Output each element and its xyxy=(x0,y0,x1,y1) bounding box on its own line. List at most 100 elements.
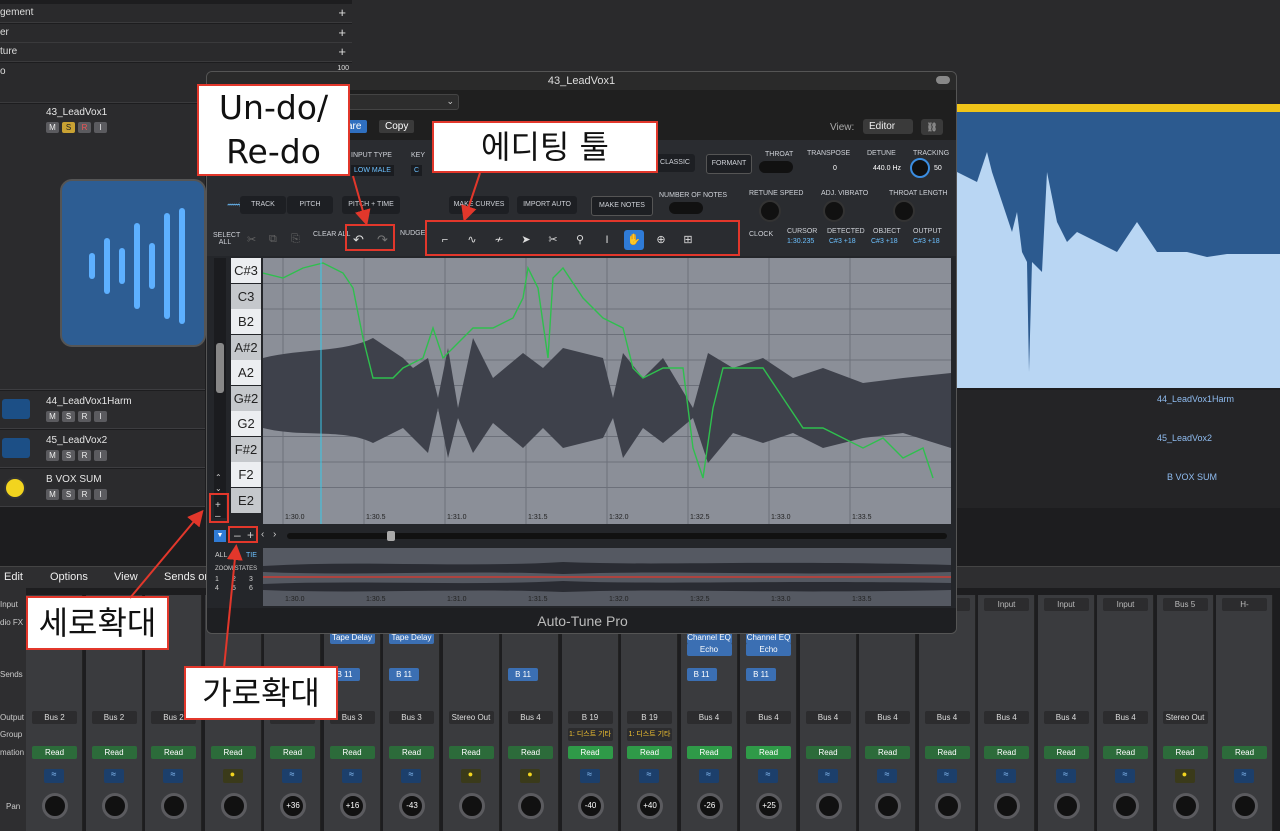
all-button[interactable]: ALL xyxy=(215,552,227,559)
add-icon[interactable]: + xyxy=(338,25,346,40)
pan-knob[interactable] xyxy=(1172,793,1199,819)
record-button[interactable]: R xyxy=(78,411,91,422)
output-slot[interactable]: Bus 4 xyxy=(1103,711,1148,724)
output-slot[interactable]: B 19 xyxy=(627,711,672,724)
zoom-state-button[interactable]: 4 xyxy=(215,585,230,592)
automation-read-button[interactable]: Read xyxy=(32,746,77,759)
automation-read-button[interactable]: Read xyxy=(329,746,375,759)
output-slot[interactable]: Bus 2 xyxy=(91,711,137,724)
pan-knob[interactable] xyxy=(1232,793,1258,819)
automation-read-button[interactable]: Read xyxy=(627,746,672,759)
scroll-left-icon[interactable]: ‹ xyxy=(261,529,264,540)
solo-button[interactable]: S xyxy=(62,489,75,500)
send-slot[interactable]: B 11 xyxy=(746,668,776,681)
pitch-button[interactable]: PITCH xyxy=(287,196,333,214)
track-43-leadvox1[interactable]: 43_LeadVox1 MSRI xyxy=(0,104,206,390)
zoom-state-button[interactable]: 2 xyxy=(232,576,247,583)
send-slot[interactable]: B 11 xyxy=(508,668,538,681)
output-slot[interactable]: Bus 4 xyxy=(746,711,791,724)
mixer-channel-strip[interactable]: Input Bus 4 Read ≈ xyxy=(978,595,1035,831)
pan-knob[interactable] xyxy=(161,793,187,819)
view-select[interactable]: Editor xyxy=(863,119,913,134)
send-slot[interactable]: B 11 xyxy=(686,668,717,681)
automation-read-button[interactable]: Read xyxy=(389,746,434,759)
cut-icon[interactable]: ✂ xyxy=(247,233,256,246)
pan-knob[interactable] xyxy=(42,793,68,819)
key-select[interactable]: C xyxy=(411,165,423,176)
automation-read-button[interactable]: Read xyxy=(746,746,791,759)
group-slot[interactable]: 1: 디스트 기타 xyxy=(567,728,613,741)
output-slot[interactable]: Stereo Out xyxy=(1162,711,1208,724)
note-key[interactable]: A2 xyxy=(231,360,261,385)
number-of-notes-slider[interactable] xyxy=(669,202,703,214)
transpose-value[interactable]: 0 xyxy=(833,165,837,172)
automation-read-button[interactable]: Read xyxy=(984,746,1029,759)
adj-vibrato-knob[interactable] xyxy=(823,200,845,222)
input-monitor-button[interactable]: I xyxy=(94,450,107,461)
paste-icon[interactable]: ⎘ xyxy=(291,233,300,246)
window-control-icon[interactable] xyxy=(936,76,950,84)
automation-read-button[interactable]: Read xyxy=(1043,746,1089,759)
output-slot[interactable]: B 19 xyxy=(567,711,613,724)
pitch-grid[interactable]: 1:30.0 1:30.5 1:31.0 1:31.5 1:32.0 1:32.5 1:33… xyxy=(263,258,951,524)
note-key[interactable]: C3 xyxy=(231,283,261,309)
automation-read-button[interactable]: Read xyxy=(91,746,137,759)
input-slot[interactable]: Bus 5 xyxy=(1162,598,1208,611)
solo-button[interactable]: S xyxy=(62,411,75,422)
audio-region[interactable] xyxy=(957,112,1280,388)
note-key[interactable]: G#2 xyxy=(231,385,261,411)
tracking-knob[interactable] xyxy=(910,158,930,178)
classic-button[interactable]: CLASSIC xyxy=(655,154,695,172)
input-monitor-button[interactable]: I xyxy=(94,489,107,500)
input-slot[interactable]: Input xyxy=(1103,598,1148,611)
edit-menu[interactable]: Edit xyxy=(4,571,23,583)
pan-knob[interactable] xyxy=(458,793,485,819)
mixer-channel-strip[interactable]: Bus 5 Stereo Out Read ● xyxy=(1156,595,1214,831)
overview-toggle-icon[interactable]: ▼ xyxy=(214,530,226,542)
chevron-down-icon[interactable]: ⌄ xyxy=(215,484,222,493)
solo-button[interactable]: S xyxy=(62,122,75,133)
pan-knob[interactable] xyxy=(1053,793,1080,819)
input-monitor-button[interactable]: I xyxy=(94,411,107,422)
mixer-channel-strip[interactable]: H- Read ≈ xyxy=(1216,595,1273,831)
sends-on-menu[interactable]: Sends on xyxy=(164,571,210,583)
note-key[interactable]: C#3 xyxy=(231,258,261,283)
note-key[interactable]: G2 xyxy=(231,411,261,436)
output-slot[interactable]: Bus 4 xyxy=(805,711,851,724)
output-slot[interactable]: Stereo Out xyxy=(448,711,494,724)
make-curves-button[interactable]: MAKE CURVES xyxy=(449,196,509,214)
make-notes-button[interactable]: MAKE NOTES xyxy=(591,196,653,216)
send-slot[interactable]: B 11 xyxy=(389,668,419,681)
add-icon[interactable]: + xyxy=(338,44,346,59)
mute-button[interactable]: M xyxy=(46,489,59,500)
throat-slider[interactable] xyxy=(759,161,793,173)
global-track-arrangement[interactable]: gement + xyxy=(0,4,352,23)
mixer-channel-strip[interactable]: Input Bus 4 Read ≈ xyxy=(1037,595,1095,831)
input-slot[interactable]: H- xyxy=(1222,598,1267,611)
automation-read-button[interactable]: Read xyxy=(1103,746,1148,759)
input-slot[interactable]: Input xyxy=(1043,598,1089,611)
track-button[interactable]: TRACK xyxy=(240,196,286,214)
output-slot[interactable]: Bus 4 xyxy=(924,711,970,724)
zoom-state-button[interactable]: 6 xyxy=(249,585,264,592)
copy-icon[interactable]: ⧉ xyxy=(269,233,277,246)
input-type-select[interactable]: LOW MALE xyxy=(351,165,394,176)
output-slot[interactable]: Bus 4 xyxy=(508,711,553,724)
note-key[interactable]: A#2 xyxy=(231,334,261,360)
global-track-marker[interactable]: er + xyxy=(0,24,352,43)
automation-read-button[interactable]: Read xyxy=(448,746,494,759)
pitch-time-button[interactable]: PITCH + TIME xyxy=(342,196,400,214)
global-track-signature[interactable]: ture + xyxy=(0,43,352,62)
pan-knob[interactable] xyxy=(101,793,128,819)
scroll-right-icon[interactable]: › xyxy=(273,529,276,540)
pan-knob[interactable] xyxy=(518,793,544,819)
overview-waveform[interactable]: 1:30.0 1:30.5 1:31.0 1:31.5 1:32.0 1:32.5 1:33… xyxy=(263,548,951,606)
output-slot[interactable]: Bus 4 xyxy=(984,711,1029,724)
output-slot[interactable]: Bus 4 xyxy=(1043,711,1089,724)
automation-read-button[interactable]: Read xyxy=(1162,746,1208,759)
zoom-state-button[interactable]: 1 xyxy=(215,576,230,583)
track-45-leadvox2[interactable]: 45_LeadVox2 MSRI xyxy=(0,430,205,468)
automation-read-button[interactable]: Read xyxy=(805,746,851,759)
mixer-channel-strip[interactable]: Input Bus 4 Read ≈ xyxy=(1097,595,1154,831)
detune-value[interactable]: 440.0 Hz xyxy=(873,165,901,172)
